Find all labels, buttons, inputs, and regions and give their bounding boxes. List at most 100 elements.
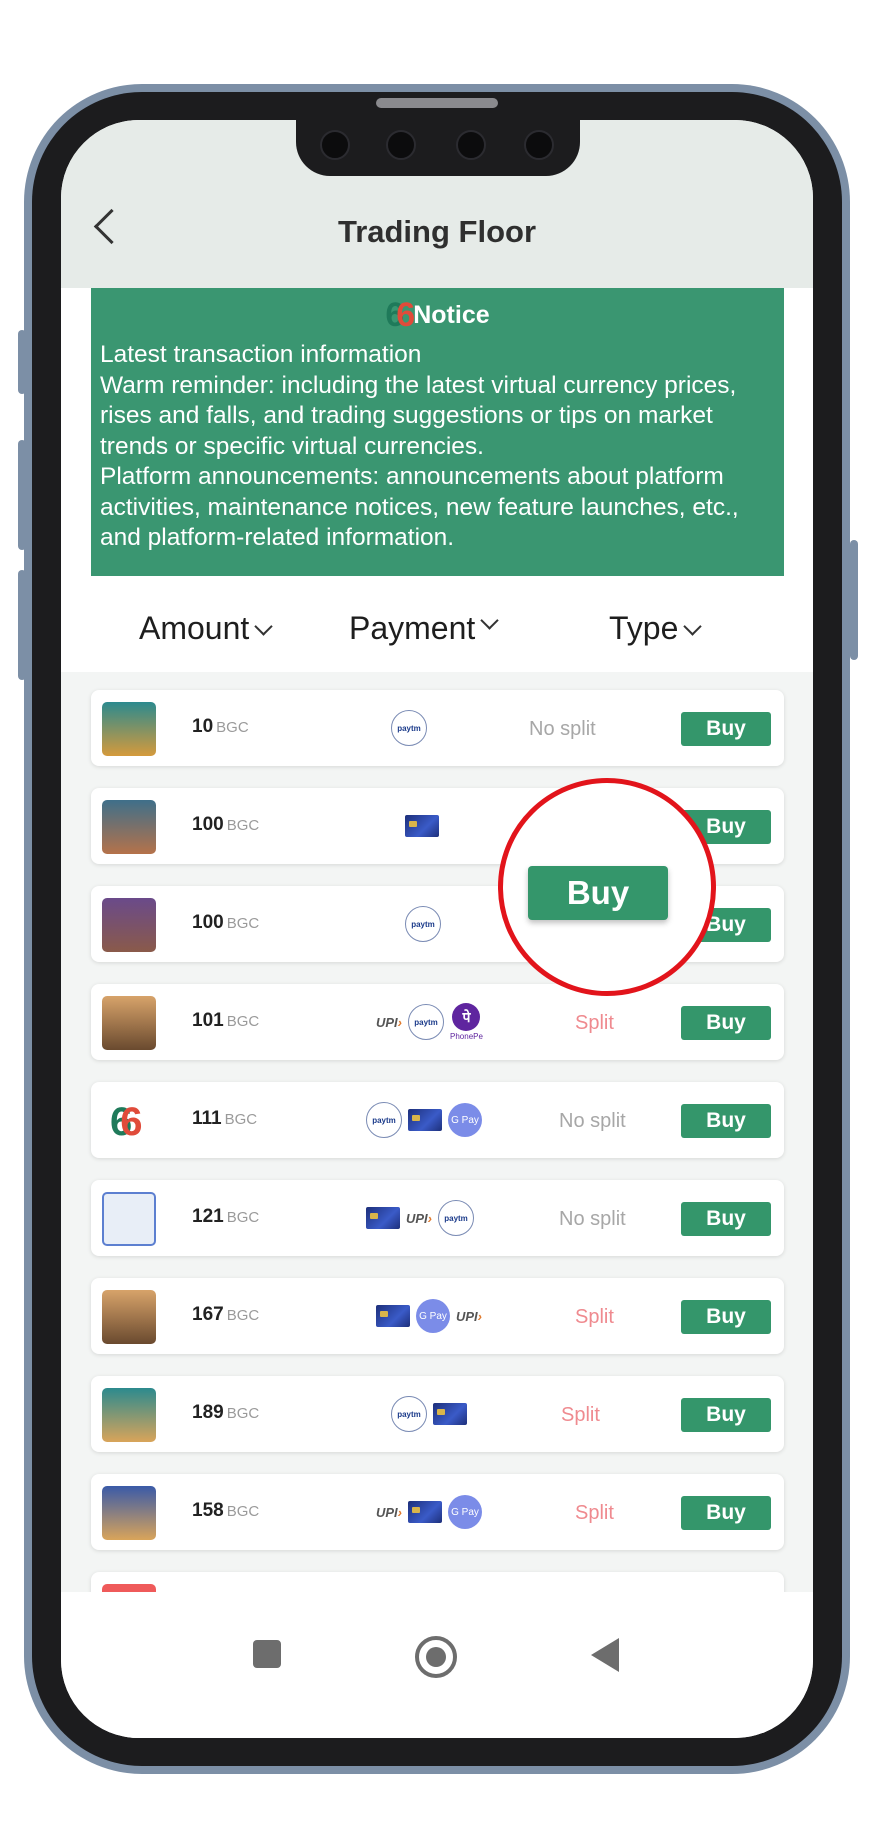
- avatar: [102, 702, 156, 756]
- home-icon[interactable]: [415, 1636, 457, 1678]
- type-filter-dropdown[interactable]: Type: [609, 610, 703, 647]
- back-triangle-icon[interactable]: [591, 1638, 619, 1672]
- split-status: No split: [559, 1208, 626, 1230]
- paytm-icon: paytm: [438, 1200, 475, 1236]
- buy-button[interactable]: Buy: [681, 1300, 771, 1334]
- payment-methods: paytm: [405, 904, 441, 944]
- camera-icon: [524, 130, 554, 160]
- brand-logo-icon: 66: [385, 296, 415, 334]
- buy-button-highlight[interactable]: Buy: [528, 866, 668, 920]
- chevron-down-icon: [480, 611, 499, 630]
- split-status: Split: [575, 1306, 614, 1328]
- avatar: [102, 800, 156, 854]
- avatar: [102, 1192, 156, 1246]
- payment-methods: UPI› paytm पे PhonePe: [376, 1002, 483, 1042]
- amount-value: 189 BGC: [192, 1402, 260, 1423]
- payment-filter-dropdown[interactable]: Payment: [349, 610, 499, 647]
- notice-line: Platform announcements: announcements ab…: [100, 463, 739, 551]
- upi-icon: UPI›: [376, 1014, 403, 1030]
- buy-button[interactable]: Buy: [681, 1006, 771, 1040]
- page-title: Trading Floor: [337, 214, 537, 249]
- phone-speaker: [376, 98, 498, 108]
- amount-value: 100 BGC: [192, 912, 260, 933]
- amount-value: 10 BGC: [192, 716, 249, 737]
- list-item: 158 BGC UPI› G Pay Split Buy: [91, 1474, 784, 1550]
- phone-side-button: [18, 570, 26, 680]
- chevron-down-icon: [254, 617, 273, 636]
- avatar: [102, 1584, 156, 1592]
- phone-side-button: [850, 540, 858, 660]
- avatar: [102, 1388, 156, 1442]
- amount-value: 111 BGC: [192, 1108, 258, 1129]
- credit-card-icon: [433, 1403, 467, 1425]
- currency-unit: BGC: [226, 817, 260, 834]
- currency-unit: BGC: [226, 1209, 260, 1226]
- buy-button[interactable]: Buy: [681, 712, 771, 746]
- list-item: 189 BGC paytm Split Buy: [91, 1376, 784, 1452]
- camera-icon: [456, 130, 486, 160]
- payment-filter-label: Payment: [349, 610, 476, 646]
- credit-card-icon: [408, 1109, 442, 1131]
- phonepe-icon: पे PhonePe: [450, 1003, 483, 1041]
- upi-icon: UPI›: [406, 1210, 433, 1226]
- amount-value: 101 BGC: [192, 1010, 260, 1031]
- currency-unit: BGC: [226, 1013, 260, 1030]
- payment-methods: paytm: [391, 1394, 467, 1434]
- filter-bar: Amount Payment Type: [61, 576, 813, 672]
- avatar: [102, 996, 156, 1050]
- google-pay-icon: G Pay: [448, 1103, 482, 1137]
- paytm-icon: paytm: [405, 906, 441, 942]
- payment-methods: G Pay UPI›: [376, 1296, 482, 1336]
- currency-unit: BGC: [226, 1405, 260, 1422]
- recent-apps-icon[interactable]: [253, 1640, 281, 1668]
- buy-button[interactable]: Buy: [681, 1104, 771, 1138]
- amount-value: 158 BGC: [192, 1500, 260, 1521]
- upi-icon: UPI›: [456, 1308, 483, 1324]
- list-item: [91, 1572, 784, 1592]
- amount-value: 167 BGC: [192, 1304, 260, 1325]
- credit-card-icon: [376, 1305, 410, 1327]
- currency-unit: BGC: [226, 1307, 260, 1324]
- notice-line: Latest transaction information: [100, 341, 422, 368]
- avatar: [102, 898, 156, 952]
- notice-line: Warm reminder: including the latest virt…: [100, 371, 737, 460]
- avatar: [102, 1290, 156, 1344]
- split-status: Split: [575, 1502, 614, 1524]
- notice-heading: Notice: [413, 300, 490, 329]
- currency-unit: BGC: [226, 1503, 260, 1520]
- split-status: Split: [561, 1404, 600, 1426]
- payment-methods: UPI› paytm: [366, 1198, 475, 1238]
- credit-card-icon: [408, 1501, 443, 1523]
- camera-icon: [386, 130, 416, 160]
- list-item: 66 111 BGC paytm G Pay No split Buy: [91, 1082, 784, 1158]
- split-status: No split: [529, 718, 596, 740]
- split-status: No split: [559, 1110, 626, 1132]
- notice-header: 66 Notice: [91, 298, 784, 332]
- system-nav-bar: [61, 1592, 813, 1738]
- list-item: 121 BGC UPI› paytm No split Buy: [91, 1180, 784, 1256]
- buy-button[interactable]: Buy: [681, 1202, 771, 1236]
- list-item: 101 BGC UPI› paytm पे PhonePe Split Buy: [91, 984, 784, 1060]
- buy-button[interactable]: Buy: [681, 1496, 771, 1530]
- avatar: [102, 1486, 156, 1540]
- google-pay-icon: G Pay: [448, 1495, 483, 1529]
- phone-side-button: [18, 330, 26, 394]
- credit-card-icon: [405, 815, 439, 837]
- notice-body: Latest transaction information Warm remi…: [91, 332, 784, 554]
- list-item: 10 BGC paytm No split Buy: [91, 690, 784, 766]
- brand-logo-icon: 66: [102, 1094, 156, 1148]
- payment-methods: UPI› G Pay: [376, 1492, 483, 1532]
- google-pay-icon: G Pay: [416, 1299, 450, 1333]
- amount-filter-dropdown[interactable]: Amount: [139, 610, 273, 647]
- offer-list: 10 BGC paytm No split Buy 100 BGC Buy 100 B…: [61, 672, 813, 1592]
- buy-button[interactable]: Buy: [681, 1398, 771, 1432]
- paytm-icon: paytm: [391, 1396, 427, 1432]
- split-status: Split: [575, 1012, 614, 1034]
- chevron-down-icon: [683, 617, 703, 636]
- paytm-icon: paytm: [391, 710, 427, 746]
- paytm-icon: paytm: [408, 1004, 445, 1040]
- list-item: 167 BGC G Pay UPI› Split Buy: [91, 1278, 784, 1354]
- paytm-icon: paytm: [366, 1102, 402, 1138]
- payment-methods: paytm: [391, 708, 427, 748]
- currency-unit: BGC: [226, 915, 260, 932]
